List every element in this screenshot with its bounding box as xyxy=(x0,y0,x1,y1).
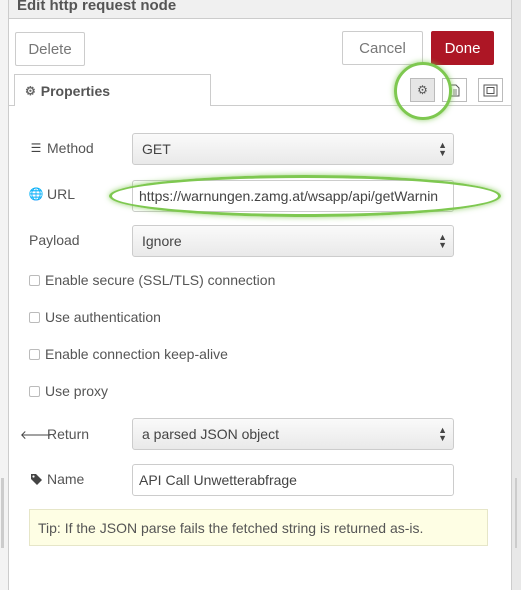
cancel-button[interactable]: Cancel xyxy=(342,31,423,65)
globe-icon: 🌐 xyxy=(28,187,44,201)
select-arrows-icon: ▲ ▼ xyxy=(438,232,447,250)
checkbox-row-tls[interactable]: Enable secure (SSL/TLS) connection xyxy=(29,272,275,288)
tab-properties[interactable]: ⚙ Properties xyxy=(14,74,211,106)
gear-icon: ⚙ xyxy=(25,83,36,98)
return-select[interactable]: a parsed JSON object ▲ ▼ xyxy=(132,418,454,450)
appearance-tab-button[interactable] xyxy=(478,78,503,102)
editor-side-strip xyxy=(511,0,521,590)
dialog-title: Edit http request node xyxy=(17,0,177,14)
delete-button[interactable]: Delete xyxy=(15,32,85,66)
resize-handle-right[interactable] xyxy=(515,478,517,548)
tab-properties-label: Properties xyxy=(40,82,111,99)
url-label: 🌐 URL xyxy=(28,186,76,202)
tip-box: Tip: If the JSON parse fails the fetched… xyxy=(29,509,488,546)
edit-node-dialog: Edit http request node Delete Cancel Don… xyxy=(8,0,512,590)
select-arrows-icon: ▲ ▼ xyxy=(438,140,447,158)
return-label: 🡐 Return xyxy=(19,426,90,442)
name-label: Name xyxy=(29,471,84,487)
resize-handle-left[interactable] xyxy=(1,478,4,548)
keepalive-checkbox[interactable] xyxy=(29,348,40,360)
name-input[interactable]: API Call Unwetterabfrage xyxy=(132,464,454,496)
frame-icon xyxy=(483,84,498,96)
method-value: GET xyxy=(142,141,171,157)
dialog-titlebar: Edit http request node xyxy=(9,0,511,19)
tls-checkbox[interactable] xyxy=(29,274,40,286)
payload-label: Payload xyxy=(29,232,80,248)
method-select[interactable]: GET ▲ ▼ xyxy=(132,133,454,165)
checkbox-row-keepalive[interactable]: Enable connection keep-alive xyxy=(29,346,228,362)
list-icon: ☰ xyxy=(30,141,42,155)
method-label: ☰ Method xyxy=(30,140,94,156)
highlight-ellipse xyxy=(109,175,501,217)
tag-icon xyxy=(29,473,43,486)
highlight-circle xyxy=(394,62,452,120)
payload-value: Ignore xyxy=(142,233,182,249)
arrow-left-icon: 🡐 xyxy=(19,427,53,442)
done-button[interactable]: Done xyxy=(431,31,494,65)
return-value: a parsed JSON object xyxy=(142,426,279,442)
auth-checkbox[interactable] xyxy=(29,311,40,323)
checkbox-row-proxy[interactable]: Use proxy xyxy=(29,383,108,399)
select-arrows-icon: ▲ ▼ xyxy=(438,425,447,443)
checkbox-row-auth[interactable]: Use authentication xyxy=(29,309,161,325)
proxy-checkbox[interactable] xyxy=(29,385,40,397)
payload-select[interactable]: Ignore ▲ ▼ xyxy=(132,225,454,257)
